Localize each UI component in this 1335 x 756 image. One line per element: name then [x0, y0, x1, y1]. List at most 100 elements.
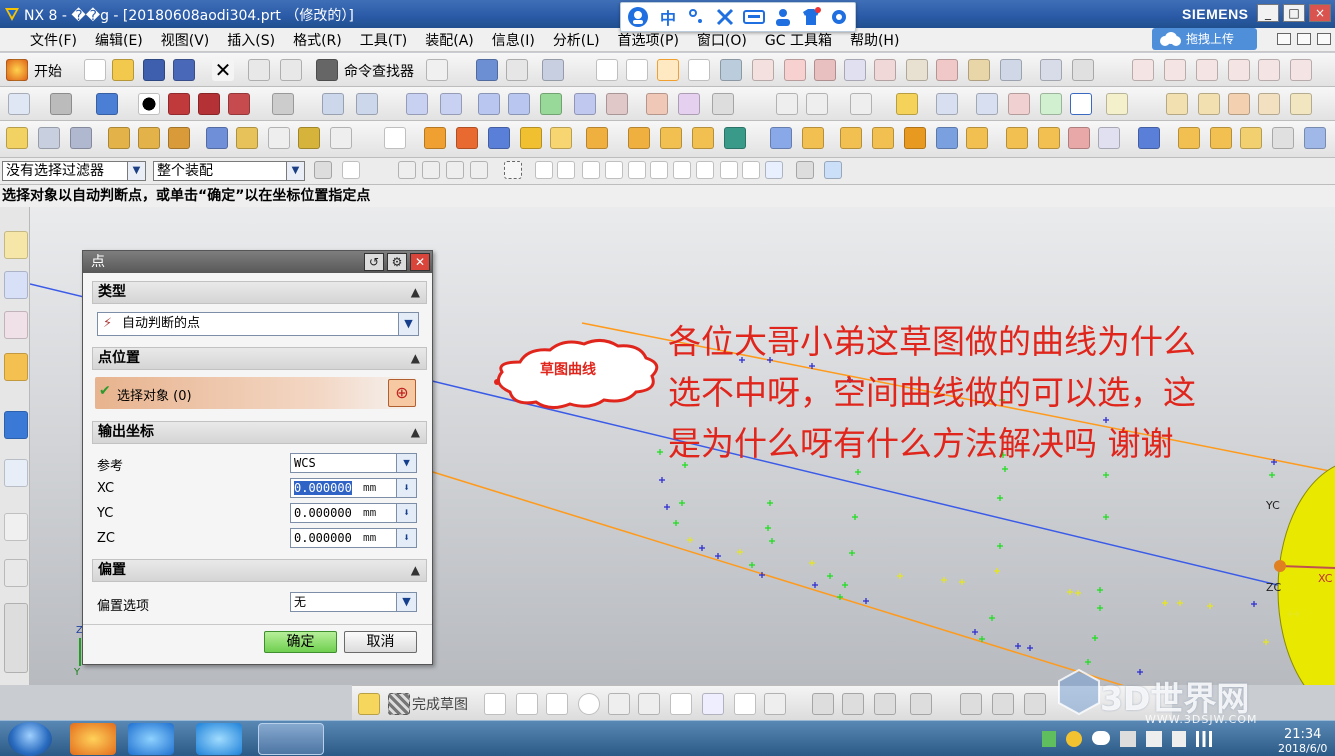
ime-logo-icon[interactable]: [627, 6, 649, 28]
paint-icon[interactable]: [38, 127, 60, 149]
sketch-fillet-icon[interactable]: [1228, 59, 1250, 81]
surface-f-icon[interactable]: [574, 93, 596, 115]
stack-a-icon[interactable]: [108, 127, 130, 149]
surface-d-icon[interactable]: [508, 93, 530, 115]
draft-icon[interactable]: [966, 127, 988, 149]
curve-h-icon[interactable]: [968, 59, 990, 81]
reuse-library-icon[interactable]: [4, 353, 28, 381]
section-output-coords[interactable]: 输出坐标 ▲: [92, 421, 427, 444]
section-offset[interactable]: 偏置 ▲: [92, 559, 427, 582]
flag-b-icon[interactable]: [976, 93, 998, 115]
selection-icon[interactable]: [542, 59, 564, 81]
surface-b-icon[interactable]: [440, 93, 462, 115]
network-icon[interactable]: [1120, 731, 1136, 747]
roles-icon[interactable]: [4, 603, 28, 673]
sketch-cross-icon[interactable]: [1164, 59, 1186, 81]
shading-icon[interactable]: [50, 93, 72, 115]
thread-icon[interactable]: [1006, 127, 1028, 149]
assembly-d-icon[interactable]: [1258, 93, 1280, 115]
sketch-chamfer-icon[interactable]: [1258, 59, 1280, 81]
save-icon[interactable]: [143, 59, 165, 81]
xc-input[interactable]: 0.000000 mm ⬇: [290, 478, 417, 498]
line-icon[interactable]: [516, 693, 538, 715]
background-icon[interactable]: [272, 93, 294, 115]
snap-quadrant-icon[interactable]: [696, 161, 714, 179]
snap-endpoint-icon[interactable]: [535, 161, 553, 179]
menu-analysis[interactable]: 分析(L): [553, 30, 600, 50]
edge-blend-icon[interactable]: [904, 127, 926, 149]
curve-c-icon[interactable]: [814, 59, 836, 81]
face-i-icon[interactable]: [1304, 127, 1326, 149]
quick-trim-icon[interactable]: [812, 693, 834, 715]
surface-i-icon[interactable]: [678, 93, 700, 115]
doc-close-button[interactable]: [1317, 33, 1331, 45]
zc-input[interactable]: 0.000000 mm ⬇: [290, 528, 417, 548]
tools-icon[interactable]: [715, 7, 735, 27]
cube-view-icon[interactable]: [96, 93, 118, 115]
extrude-icon[interactable]: [424, 127, 446, 149]
face-c-icon[interactable]: [1098, 127, 1120, 149]
curve-d-icon[interactable]: [844, 59, 866, 81]
menu-window[interactable]: 窗口(O): [697, 30, 747, 50]
menu-edit[interactable]: 编辑(E): [95, 30, 143, 50]
stack-c-icon[interactable]: [168, 127, 190, 149]
menu-information[interactable]: 信息(I): [492, 30, 535, 50]
sketch-extend-icon[interactable]: [1196, 59, 1218, 81]
app-360-icon[interactable]: [70, 723, 116, 755]
new-file-icon[interactable]: [84, 59, 106, 81]
menu-insert[interactable]: 插入(S): [227, 30, 275, 50]
part-navigator-icon[interactable]: [4, 311, 28, 339]
save-as-icon[interactable]: [173, 59, 195, 81]
snap-body-icon[interactable]: [824, 161, 842, 179]
move-icon[interactable]: [322, 93, 344, 115]
upload-button[interactable]: 拖拽上传: [1152, 28, 1257, 50]
arrow-down-icon[interactable]: ⬇: [396, 529, 416, 547]
punctuation-icon[interactable]: [687, 7, 707, 27]
reference-dropdown[interactable]: WCS ▼: [290, 453, 417, 473]
signal-icon[interactable]: [1196, 731, 1212, 747]
boss-icon[interactable]: [550, 127, 572, 149]
user-icon[interactable]: [773, 7, 793, 27]
curve-e-icon[interactable]: [874, 59, 896, 81]
menu-file[interactable]: 文件(F): [30, 30, 77, 50]
clock[interactable]: 21:34 2018/6/0: [1278, 727, 1327, 755]
face-d-icon[interactable]: [1138, 127, 1160, 149]
fillet-icon[interactable]: [608, 693, 630, 715]
redo-icon[interactable]: [280, 59, 302, 81]
open-folder-icon[interactable]: [112, 59, 134, 81]
ok-button[interactable]: 确定: [264, 631, 337, 653]
part-d-icon[interactable]: [298, 127, 320, 149]
ime-chinese-mode[interactable]: 中: [657, 5, 679, 29]
flag-a-icon[interactable]: [936, 93, 958, 115]
curve-a-icon[interactable]: [752, 59, 774, 81]
table-b-icon[interactable]: [806, 93, 828, 115]
select-body-icon[interactable]: [422, 161, 440, 179]
filter-options-icon[interactable]: [314, 161, 332, 179]
constraint-navigator-icon[interactable]: [4, 271, 28, 299]
face-h-icon[interactable]: [1272, 127, 1294, 149]
keyboard-icon[interactable]: [743, 7, 765, 27]
menu-view[interactable]: 视图(V): [161, 30, 210, 50]
start-orb-icon[interactable]: [8, 722, 52, 756]
menu-gc-toolkit[interactable]: GC 工具箱: [765, 30, 832, 50]
arc-icon[interactable]: [546, 693, 568, 715]
curve-f-icon[interactable]: [906, 59, 928, 81]
wcs-icon[interactable]: [426, 59, 448, 81]
finish-flag-icon[interactable]: [388, 693, 410, 715]
arrow-down-icon[interactable]: ⬇: [396, 479, 416, 497]
subtract-icon[interactable]: [692, 127, 714, 149]
doc-minimize-button[interactable]: [1277, 33, 1291, 45]
system-materials-icon[interactable]: [4, 513, 28, 541]
ie-icon[interactable]: [128, 723, 174, 755]
curve-j-icon[interactable]: [1040, 59, 1062, 81]
gear-icon[interactable]: ⚙: [387, 253, 407, 271]
chamfer-icon[interactable]: [638, 693, 660, 715]
menu-preferences[interactable]: 首选项(P): [618, 30, 679, 50]
type-dropdown[interactable]: ⚡ 自动判断的点 ▼: [97, 312, 419, 336]
settings-icon[interactable]: [829, 7, 849, 27]
red-block-c-icon[interactable]: [228, 93, 250, 115]
rectangle-icon[interactable]: [688, 59, 710, 81]
snap-arc-icon[interactable]: [628, 161, 646, 179]
curve-k-icon[interactable]: [1072, 59, 1094, 81]
part-e-icon[interactable]: [330, 127, 352, 149]
